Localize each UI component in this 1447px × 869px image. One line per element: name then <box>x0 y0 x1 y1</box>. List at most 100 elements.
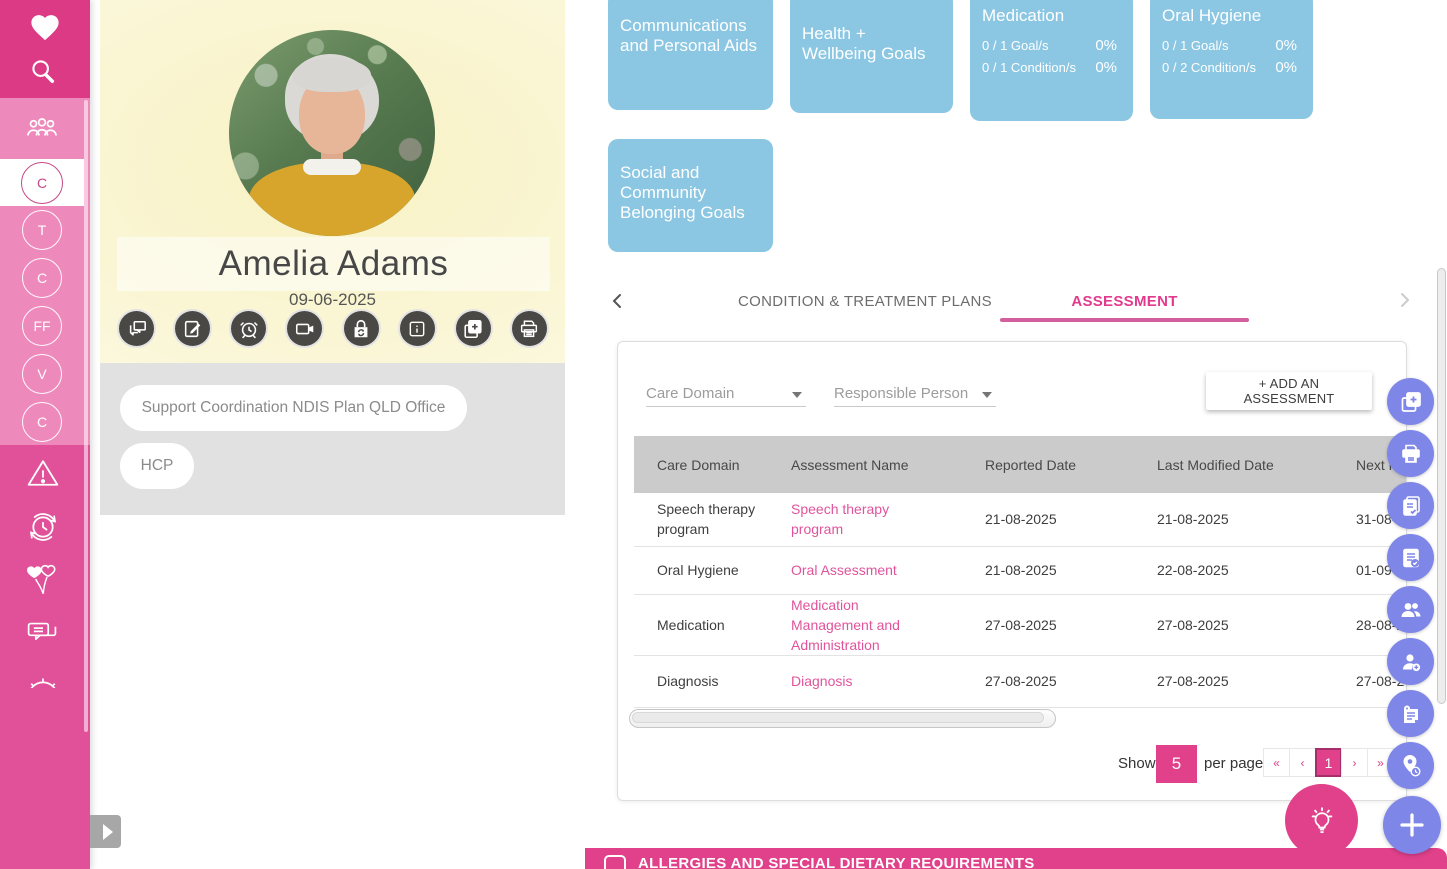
edit-note-button[interactable] <box>173 309 213 348</box>
add-assessment-button[interactable]: + ADD AN ASSESSMENT <box>1206 372 1372 410</box>
assessment-link[interactable]: Diagnosis <box>791 671 852 691</box>
assessment-link[interactable]: Medication Management and Administration <box>791 595 911 655</box>
search-icon[interactable] <box>28 55 58 87</box>
photo-shirt <box>303 159 361 175</box>
alarm-button[interactable] <box>229 309 269 348</box>
messages-button[interactable] <box>117 309 156 348</box>
stat-value: 0% <box>1095 37 1117 54</box>
sidebar-item-client[interactable]: C <box>22 258 62 298</box>
cell-last-modified: 27-08-2025 <box>1157 673 1229 689</box>
gauge-icon[interactable] <box>24 668 62 688</box>
alert-triangle-icon[interactable] <box>24 454 62 492</box>
suggestions-button[interactable] <box>1285 784 1358 857</box>
per-page-label: per page <box>1204 755 1264 772</box>
assessment-table: Care Domain Assessment Name Reported Dat… <box>634 436 1406 708</box>
stat-label: 0 / 1 Goal/s <box>982 37 1049 53</box>
clients-group-icon[interactable] <box>0 98 84 156</box>
cell-last-modified: 21-08-2025 <box>1157 511 1229 528</box>
horizontal-scrollbar[interactable] <box>629 709 1056 728</box>
video-button[interactable] <box>285 309 325 348</box>
messages-icon[interactable] <box>24 615 62 653</box>
chevron-left-icon[interactable] <box>608 292 626 310</box>
active-tab-underline <box>1000 318 1249 322</box>
sidebar-expand-button[interactable] <box>90 815 121 848</box>
video-icon <box>295 323 314 334</box>
print-icon <box>521 319 538 337</box>
goal-card[interactable]: Communications and Personal Aids <box>608 0 773 110</box>
memo-button[interactable] <box>1387 690 1434 737</box>
assessment-link[interactable]: Oral Assessment <box>791 560 897 580</box>
table-row: Diagnosis Diagnosis 27-08-2025 27-08-202… <box>634 655 1406 707</box>
goal-card[interactable]: Medication 0 / 1 Goal/s 0% 0 / 1 Conditio… <box>970 0 1133 121</box>
profile-hero: Amelia Adams 09-06-2025 <box>100 0 565 363</box>
client-date: 09-06-2025 <box>289 290 376 309</box>
form-check-button[interactable] <box>1387 534 1434 581</box>
sidebar-item-client[interactable]: FF <box>22 306 62 346</box>
responsible-person-select-label: Responsible Person <box>834 385 969 402</box>
table-header-row: Care Domain Assessment Name Reported Dat… <box>634 436 1406 493</box>
stat-label: 0 / 1 Condition/s <box>982 59 1076 75</box>
show-label: Show <box>1118 755 1156 772</box>
care-domain-select[interactable]: Care Domain <box>646 385 806 407</box>
goal-card-title: Communications and Personal Aids <box>620 16 758 55</box>
tag-pill[interactable]: Support Coordination NDIS Plan QLD Offic… <box>120 385 467 431</box>
assessment-link[interactable]: Speech therapy program <box>791 499 911 539</box>
report-check-button[interactable] <box>1387 482 1434 529</box>
prev-page-button[interactable]: ‹ <box>1289 748 1316 777</box>
responsible-person-select[interactable]: Responsible Person <box>834 385 996 407</box>
form-check-icon <box>1402 548 1419 567</box>
scrollbar-thumb[interactable] <box>632 712 1045 723</box>
location-history-button[interactable] <box>1387 742 1434 789</box>
goal-card[interactable]: Health + Wellbeing Goals <box>790 0 953 113</box>
sidebar-item-client[interactable]: C <box>22 402 62 442</box>
sidebar-scrollbar[interactable] <box>84 100 88 732</box>
page-scrollbar[interactable] <box>1437 268 1446 704</box>
add-person-button[interactable] <box>1387 638 1434 685</box>
add-person-icon <box>1402 653 1420 671</box>
add-document-icon <box>1401 391 1421 412</box>
goal-card-title: Medication <box>982 6 1065 25</box>
print-button[interactable] <box>1387 430 1434 477</box>
goal-card-title: Social and Community Belonging Goals <box>620 163 745 222</box>
location-history-icon <box>1403 754 1421 777</box>
info-button[interactable] <box>397 309 437 348</box>
tag-pill[interactable]: HCP <box>120 443 194 489</box>
current-page-button[interactable]: 1 <box>1315 748 1342 777</box>
tab-condition-treatment-plans[interactable]: CONDITION & TREATMENT PLANS <box>690 293 1040 310</box>
clients-button[interactable] <box>1387 586 1434 633</box>
page-size-select[interactable]: 5 <box>1156 745 1197 783</box>
client-name: Amelia Adams <box>218 244 449 283</box>
add-document-button[interactable] <box>453 309 493 348</box>
col-last-modified-date: Last Modified Date <box>1157 436 1356 493</box>
cell-last-modified: 22-08-2025 <box>1157 562 1229 578</box>
goal-card[interactable]: Oral Hygiene 0 / 1 Goal/s 0% 0 / 2 Condit… <box>1150 0 1313 119</box>
add-document-button[interactable] <box>1387 378 1434 425</box>
avatar-initials: FF <box>33 318 51 334</box>
main-sidebar: C T C FF V C <box>0 0 90 869</box>
memo-icon <box>1403 705 1418 723</box>
tag-label: HCP <box>140 457 174 474</box>
allergies-section-title: ALLERGIES AND SPECIAL DIETARY REQUIREMEN… <box>638 855 1035 869</box>
tag-label: Support Coordination NDIS Plan QLD Offic… <box>141 399 446 416</box>
wellbeing-hearts-icon[interactable] <box>24 560 62 602</box>
first-page-button[interactable]: « <box>1263 748 1290 777</box>
next-page-button[interactable]: › <box>1341 748 1368 777</box>
cell-care-domain: Speech therapy program <box>657 501 756 538</box>
chevron-right-icon[interactable] <box>1396 291 1414 309</box>
history-clock-icon[interactable] <box>24 507 62 547</box>
print-button[interactable] <box>509 309 549 348</box>
avatar-initials: C <box>36 174 48 191</box>
avatar-initials: T <box>37 222 47 238</box>
sidebar-item-client[interactable]: T <box>22 210 62 250</box>
edit-note-icon <box>184 320 200 337</box>
avatar-initials: V <box>37 366 47 382</box>
sidebar-item-client-active[interactable]: C <box>0 159 84 206</box>
tab-assessment[interactable]: ASSESSMENT <box>1000 293 1249 310</box>
add-new-button[interactable] <box>1383 796 1441 854</box>
client-photo[interactable] <box>229 30 435 236</box>
goal-card[interactable]: Social and Community Belonging Goals <box>608 139 773 252</box>
lock-sync-button[interactable] <box>341 309 381 348</box>
col-reported-date: Reported Date <box>985 436 1157 493</box>
heart-icon[interactable] <box>27 9 63 43</box>
sidebar-item-client[interactable]: V <box>22 354 62 394</box>
